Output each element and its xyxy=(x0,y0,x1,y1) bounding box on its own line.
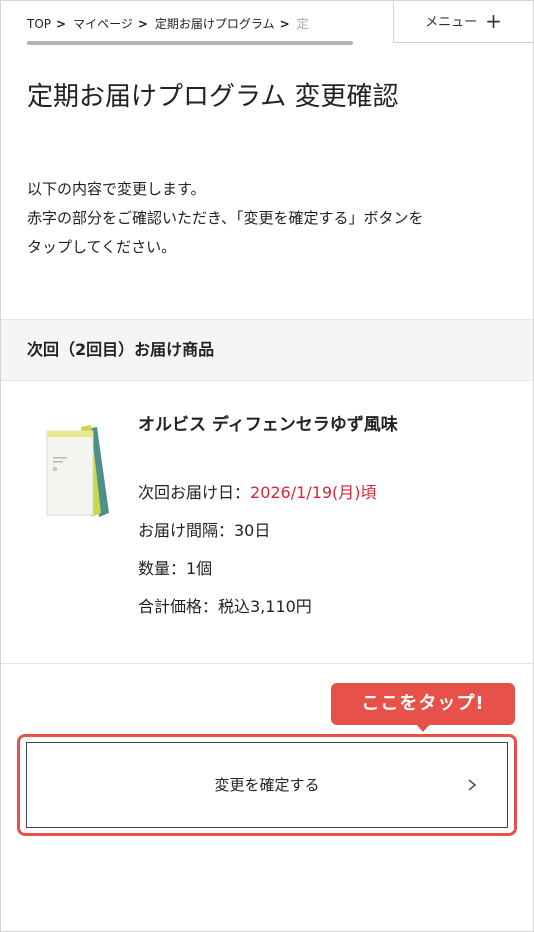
breadcrumb-separator: > xyxy=(56,17,67,31)
breadcrumb-mypage[interactable]: マイページ xyxy=(73,17,133,31)
page-title: 定期お届けプログラム 変更確認 xyxy=(27,82,399,112)
next-delivery-label: 次回お届け日： xyxy=(138,483,251,502)
breadcrumb-separator: > xyxy=(279,17,290,31)
intro-line: 以下の内容で変更します。 xyxy=(27,180,206,198)
callout-pointer xyxy=(415,723,431,732)
section-header: 次回（2回目）お届け商品 xyxy=(1,319,533,381)
top-bar: TOP > マイページ > 定期お届けプログラム > 定 メニュー + xyxy=(1,1,533,45)
intro-line: タップしてください。 xyxy=(27,238,177,256)
divider xyxy=(1,663,533,664)
breadcrumb: TOP > マイページ > 定期お届けプログラム > 定 xyxy=(27,1,379,45)
next-delivery-date: 次回お届け日：2026/1/19(月)頃 xyxy=(138,480,377,506)
breadcrumb-subscription-program[interactable]: 定期お届けプログラム xyxy=(155,17,275,31)
confirm-change-button[interactable]: 変更を確定する xyxy=(26,742,508,828)
quantity: 数量：1個 xyxy=(138,559,213,578)
product-name: オルビス ディフェンセラゆず風味 xyxy=(138,415,398,435)
intro-text: 以下の内容で変更します。 赤字の部分をご確認いただき、「変更を確定する」ボタンを… xyxy=(27,175,517,262)
intro-line: 赤字の部分をご確認いただき、「変更を確定する」ボタンを xyxy=(27,209,424,227)
tap-here-callout: ここをタップ! xyxy=(331,683,515,725)
product-image xyxy=(31,421,117,521)
menu-label: メニュー xyxy=(425,15,478,30)
total-price: 合計価格：税込3,110円 xyxy=(138,597,312,616)
delivery-interval: お届け間隔：30日 xyxy=(138,521,271,540)
plus-icon: + xyxy=(485,9,502,33)
breadcrumb-top[interactable]: TOP xyxy=(27,17,51,31)
phone-screen: TOP > マイページ > 定期お届けプログラム > 定 メニュー + 定期お届けプログラム … xyxy=(0,0,534,932)
breadcrumb-separator: > xyxy=(137,17,148,31)
section-title: 次回（2回目）お届け商品 xyxy=(27,340,215,359)
menu-button[interactable]: メニュー + xyxy=(393,1,533,43)
next-delivery-value: 2026/1/19(月)頃 xyxy=(250,483,377,502)
confirm-change-label: 変更を確定する xyxy=(214,776,320,794)
breadcrumb-scrollbar[interactable] xyxy=(27,41,353,45)
breadcrumb-current: 定 xyxy=(296,17,309,31)
chevron-right-icon xyxy=(468,779,477,791)
